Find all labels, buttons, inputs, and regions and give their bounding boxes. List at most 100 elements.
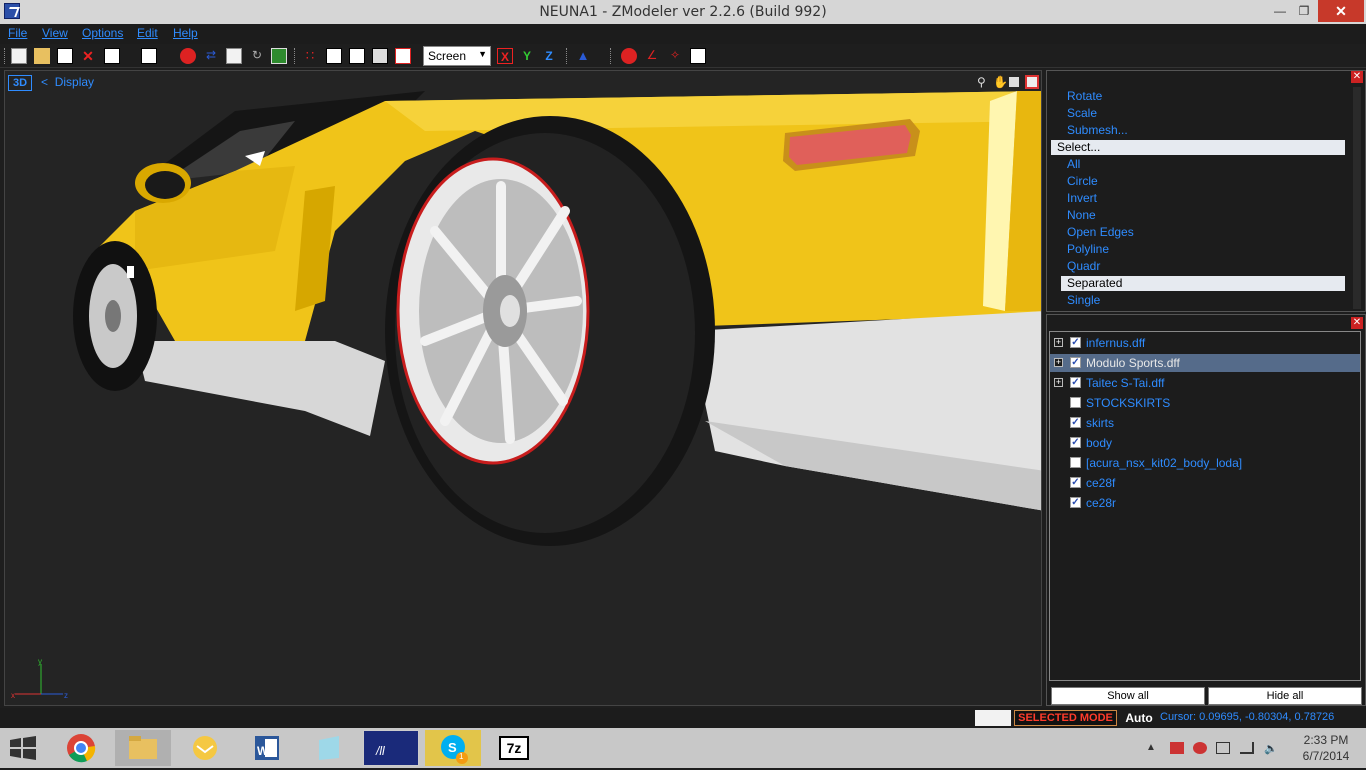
visibility-checkbox[interactable]: ✓ <box>1070 377 1081 388</box>
menu-edit[interactable]: Edit <box>137 26 158 40</box>
tree-row[interactable]: ✓ skirts <box>1050 414 1360 432</box>
expand-icon[interactable]: + <box>1054 338 1063 347</box>
file-explorer-icon[interactable] <box>115 730 171 766</box>
visibility-checkbox[interactable]: ✓ <box>1070 437 1081 448</box>
command-panel-scrollbar[interactable] <box>1353 87 1361 309</box>
axis-y-toggle[interactable]: Y <box>519 48 535 64</box>
axis-z-toggle[interactable]: Z <box>541 48 557 64</box>
menu-file[interactable]: File <box>8 26 27 40</box>
uv-mapper-icon[interactable] <box>690 48 706 64</box>
outlook-icon[interactable] <box>177 730 233 766</box>
clock-date: 6/7/2014 <box>1302 749 1350 763</box>
command-item[interactable]: Single <box>1067 293 1100 307</box>
grid-icon[interactable] <box>271 48 287 64</box>
network-icon[interactable] <box>1240 742 1254 754</box>
viewport-breadcrumb[interactable]: < Display <box>41 75 94 89</box>
undo-icon[interactable] <box>141 48 157 64</box>
selection-filter-icon[interactable] <box>395 48 411 64</box>
cursor-coordinates: Cursor: 0.09695, -0.80304, 0.78726 <box>1160 711 1335 723</box>
visibility-checkbox[interactable]: ✓ <box>1070 357 1081 368</box>
volume-icon[interactable]: 🔈 <box>1264 742 1278 755</box>
zoom-icon[interactable]: ⚲ <box>977 75 991 89</box>
tree-row[interactable]: [acura_nsx_kit02_body_loda] <box>1050 454 1360 472</box>
battery-icon[interactable] <box>1216 742 1230 754</box>
asus-icon[interactable]: /ll <box>363 730 419 766</box>
visibility-checkbox[interactable]: ✓ <box>1070 337 1081 348</box>
show-all-button[interactable]: Show all <box>1051 687 1205 705</box>
viewport-mode-badge[interactable]: 3D <box>8 75 32 91</box>
command-item[interactable]: Open Edges <box>1067 225 1134 239</box>
command-item[interactable]: Quadr <box>1067 259 1100 273</box>
import-icon[interactable] <box>104 48 120 64</box>
new-file-icon[interactable] <box>11 48 27 64</box>
visibility-checkbox[interactable] <box>1070 397 1081 408</box>
car-render-scene[interactable] <box>5 71 1042 706</box>
visibility-checkbox[interactable]: ✓ <box>1070 497 1081 508</box>
render-icon[interactable] <box>180 48 196 64</box>
command-item[interactable]: Submesh... <box>1067 123 1128 137</box>
link-icon[interactable]: ⇄ <box>203 48 219 64</box>
command-item[interactable]: All <box>1067 157 1080 171</box>
pivot-icon[interactable]: ✧ <box>667 48 683 64</box>
command-item[interactable]: Polyline <box>1067 242 1109 256</box>
snap-icon[interactable] <box>621 48 637 64</box>
chrome-icon[interactable] <box>53 730 109 766</box>
hide-all-button[interactable]: Hide all <box>1208 687 1362 705</box>
command-item[interactable]: Scale <box>1067 106 1097 120</box>
tree-row[interactable]: STOCKSKIRTS <box>1050 394 1360 412</box>
tree-row[interactable]: + ✓ Modulo Sports.dff <box>1050 354 1360 372</box>
vertex-mode-icon[interactable]: ∷ <box>302 48 318 64</box>
expand-icon[interactable]: + <box>1054 378 1063 387</box>
selected-mode-indicator[interactable]: SELECTED MODE <box>1014 710 1117 726</box>
skype-icon[interactable]: S 1 <box>425 730 481 766</box>
expand-icon[interactable]: + <box>1054 358 1063 367</box>
action-center-icon[interactable] <box>1170 742 1184 754</box>
tree-row[interactable]: ✓ ce28f <box>1050 474 1360 492</box>
delete-icon[interactable]: ✕ <box>80 48 96 64</box>
notes-icon[interactable] <box>301 730 357 766</box>
tree-row-label: [acura_nsx_kit02_body_loda] <box>1086 456 1243 470</box>
7zip-icon[interactable]: 7z <box>487 730 543 766</box>
measure-icon[interactable]: ∠ <box>644 48 660 64</box>
menu-help[interactable]: Help <box>173 26 198 40</box>
group-mode-icon[interactable] <box>372 48 388 64</box>
visibility-checkbox[interactable] <box>1070 457 1081 468</box>
command-item[interactable]: Invert <box>1067 191 1097 205</box>
visibility-checkbox[interactable]: ✓ <box>1070 417 1081 428</box>
command-item[interactable]: Select... <box>1051 140 1345 155</box>
face-mode-icon[interactable] <box>326 48 342 64</box>
3d-viewport[interactable]: 3D < Display ⚲ ✋ y x z <box>4 70 1042 706</box>
tree-row[interactable]: ✓ body <box>1050 434 1360 452</box>
tree-row[interactable]: + ✓ infernus.dff <box>1050 334 1360 352</box>
close-viewport-icon[interactable] <box>1025 75 1039 89</box>
close-panel-icon[interactable]: ✕ <box>1351 317 1363 329</box>
visibility-checkbox[interactable]: ✓ <box>1070 477 1081 488</box>
close-button[interactable]: ✕ <box>1318 0 1364 22</box>
axis-lock-icon[interactable]: ▲ <box>575 48 591 64</box>
view-space-select[interactable]: Screen ▼ <box>423 46 491 66</box>
command-item[interactable]: Separated <box>1061 276 1345 291</box>
properties-icon[interactable] <box>226 48 242 64</box>
word-icon[interactable]: W <box>239 730 295 766</box>
tree-row[interactable]: + ✓ Taitec S-Tai.dff <box>1050 374 1360 392</box>
menu-view[interactable]: View <box>42 26 68 40</box>
close-panel-icon[interactable]: ✕ <box>1351 71 1363 83</box>
pan-hand-icon[interactable]: ✋ <box>993 75 1008 89</box>
menu-options[interactable]: Options <box>82 26 123 40</box>
command-item[interactable]: Circle <box>1067 174 1098 188</box>
maximize-button[interactable]: ❐ <box>1290 0 1318 22</box>
axis-x-toggle[interactable]: X <box>497 48 513 64</box>
maximize-viewport-icon[interactable] <box>1009 77 1019 87</box>
open-folder-icon[interactable] <box>34 48 50 64</box>
command-item[interactable]: Rotate <box>1067 89 1102 103</box>
redo-icon[interactable]: ↻ <box>249 48 265 64</box>
tray-app-icon[interactable] <box>1193 742 1207 754</box>
windows-start-icon[interactable] <box>8 736 38 760</box>
command-item[interactable]: None <box>1067 208 1096 222</box>
object-mode-icon[interactable] <box>349 48 365 64</box>
clock[interactable]: 2:33 PM 6/7/2014 <box>1296 732 1356 764</box>
show-hidden-icons-icon[interactable]: ▲ <box>1146 742 1160 754</box>
auto-mode-toggle[interactable]: Auto <box>1121 710 1157 726</box>
tree-row[interactable]: ✓ ce28r <box>1050 494 1360 512</box>
save-icon[interactable] <box>57 48 73 64</box>
